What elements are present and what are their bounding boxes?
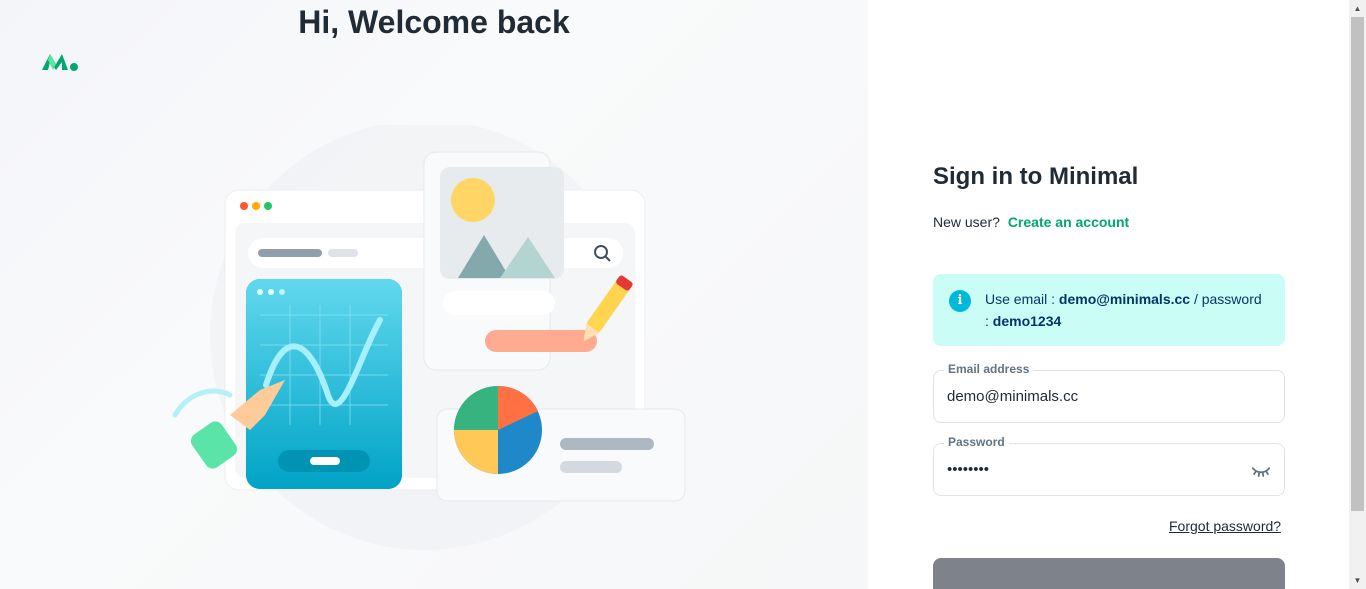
new-user-row: New user? Create an account [933,214,1129,230]
alert-email: demo@minimals.cc [1058,291,1191,307]
email-field: Email address [933,362,1285,423]
password-field: Password [933,435,1285,496]
login-button[interactable] [933,558,1285,589]
alert-password: demo1234 [992,313,1062,329]
minimal-logo[interactable] [40,48,80,72]
welcome-heading: Hi, Welcome back [298,4,570,40]
new-user-text: New user? [933,214,1000,230]
create-account-link[interactable]: Create an account [1008,214,1129,230]
scrollbar-thumb[interactable] [1351,17,1364,511]
scroll-down-icon[interactable]: ▼ [1349,572,1366,589]
info-icon: i [949,290,971,312]
scroll-up-icon[interactable]: ▲ [1349,0,1366,17]
demo-credentials-alert: i Use email : demo@minimals.cc / passwor… [933,274,1285,346]
left-panel: Hi, Welcome back [0,0,868,589]
forgot-password-link[interactable]: Forgot password? [1169,518,1281,534]
password-input[interactable] [947,444,1247,495]
vertical-scrollbar[interactable]: ▲ ▼ [1349,0,1366,589]
alert-message: Use email : demo@minimals.cc / password … [985,288,1269,332]
eye-closed-icon[interactable] [1250,459,1272,481]
sign-in-title: Sign in to Minimal [933,163,1139,190]
email-input[interactable] [947,371,1247,422]
alert-prefix: Use email : [985,291,1056,307]
dashboard-illustration [172,125,686,550]
sign-in-panel: Sign in to Minimal New user? Create an a… [868,0,1349,589]
